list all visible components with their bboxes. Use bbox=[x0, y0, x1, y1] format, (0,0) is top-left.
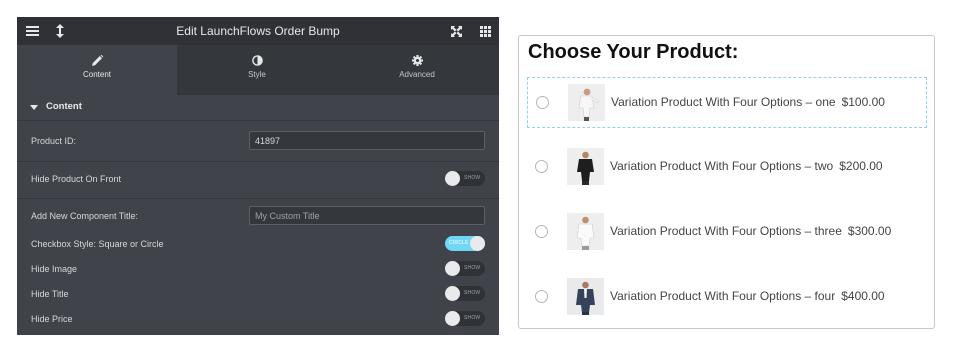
tab-advanced-label: Advanced bbox=[399, 70, 435, 79]
product-id-row: Product ID: bbox=[17, 121, 499, 161]
product-image bbox=[567, 278, 604, 315]
grid-apps-icon[interactable] bbox=[473, 17, 497, 45]
toggle-state-label: SHOW bbox=[464, 175, 481, 181]
product-image bbox=[568, 84, 605, 121]
product-option-two[interactable]: Variation Product With Four Options – tw… bbox=[527, 142, 927, 193]
product-price: $300.00 bbox=[847, 224, 892, 238]
tab-content-label: Content bbox=[82, 70, 112, 79]
toggle-knob bbox=[445, 286, 460, 301]
product-option-three[interactable]: Variation Product With Four Options – th… bbox=[527, 207, 927, 258]
product-radio[interactable] bbox=[535, 290, 548, 303]
expand-icon[interactable] bbox=[444, 17, 468, 45]
product-name: Variation Product With Four Options – tw… bbox=[610, 159, 834, 173]
product-price: $100.00 bbox=[841, 95, 885, 109]
product-price: $200.00 bbox=[839, 159, 883, 173]
hide-product-on-front-row: Hide Product On Front SHOW bbox=[17, 162, 499, 198]
toggle-knob bbox=[445, 171, 460, 186]
vertical-resize-icon[interactable] bbox=[48, 17, 72, 45]
product-id-label: Product ID: bbox=[31, 136, 77, 146]
product-image bbox=[567, 213, 604, 250]
content-section-header[interactable]: Content bbox=[17, 95, 499, 121]
product-radio[interactable] bbox=[535, 160, 548, 173]
contrast-icon bbox=[177, 53, 337, 67]
editor-tabs: Content Style Advanced bbox=[17, 45, 499, 101]
hide-image-row: Hide Image SHOW bbox=[17, 258, 499, 280]
choose-product-heading: Choose Your Product: bbox=[528, 41, 739, 63]
toggle-knob bbox=[445, 261, 460, 276]
hide-title-toggle[interactable]: SHOW bbox=[445, 286, 485, 301]
component-title-input[interactable] bbox=[249, 206, 485, 225]
product-radio[interactable] bbox=[535, 225, 548, 238]
product-label: Variation Product With Four Options – tw… bbox=[610, 159, 883, 173]
product-label: Variation Product With Four Options – on… bbox=[611, 95, 885, 109]
checkbox-style-row: Checkbox Style: Square or Circle CIRCLE bbox=[17, 233, 499, 255]
gear-icon bbox=[337, 53, 497, 67]
hide-image-toggle[interactable]: SHOW bbox=[445, 261, 485, 276]
toggle-state-label: SHOW bbox=[464, 315, 481, 321]
hide-title-row: Hide Title SHOW bbox=[17, 283, 499, 305]
hamburger-menu-icon[interactable] bbox=[20, 17, 44, 45]
product-label: Variation Product With Four Options – th… bbox=[610, 224, 891, 238]
toggle-knob bbox=[470, 236, 485, 251]
hide-price-label: Hide Price bbox=[31, 314, 73, 324]
order-bump-preview: Choose Your Product: Variation Product W… bbox=[518, 35, 935, 329]
pencil-icon bbox=[17, 53, 177, 67]
editor-panel: Edit LaunchFlows Order Bump Content Styl… bbox=[17, 17, 499, 335]
product-radio[interactable] bbox=[536, 96, 549, 109]
product-price: $400.00 bbox=[841, 289, 885, 303]
product-image bbox=[567, 148, 604, 185]
hide-price-toggle[interactable]: SHOW bbox=[445, 311, 485, 326]
hide-product-on-front-label: Hide Product On Front bbox=[31, 174, 122, 184]
checkbox-style-label: Checkbox Style: Square or Circle bbox=[31, 239, 164, 249]
editor-topbar: Edit LaunchFlows Order Bump bbox=[17, 17, 499, 45]
tab-style[interactable]: Style bbox=[177, 45, 337, 101]
product-name: Variation Product With Four Options – fo… bbox=[610, 289, 836, 303]
checkbox-style-toggle[interactable]: CIRCLE bbox=[445, 236, 485, 251]
tab-style-label: Style bbox=[248, 70, 266, 79]
toggle-knob bbox=[445, 311, 460, 326]
component-title-row: Add New Component Title: bbox=[17, 199, 499, 233]
section-title: Content bbox=[46, 101, 82, 112]
product-option-one[interactable]: Variation Product With Four Options – on… bbox=[527, 77, 927, 128]
product-name: Variation Product With Four Options – th… bbox=[610, 224, 842, 238]
product-option-four[interactable]: Variation Product With Four Options – fo… bbox=[527, 272, 927, 323]
component-title-label: Add New Component Title: bbox=[31, 211, 139, 221]
toggle-state-label: SHOW bbox=[464, 265, 481, 271]
hide-product-on-front-toggle[interactable]: SHOW bbox=[445, 171, 485, 186]
product-label: Variation Product With Four Options – fo… bbox=[610, 289, 885, 303]
hide-image-label: Hide Image bbox=[31, 264, 78, 274]
hide-title-label: Hide Title bbox=[31, 289, 69, 299]
product-name: Variation Product With Four Options – on… bbox=[611, 95, 836, 109]
tab-advanced[interactable]: Advanced bbox=[337, 45, 497, 101]
toggle-state-label: CIRCLE bbox=[449, 240, 469, 246]
editor-title: Edit LaunchFlows Order Bump bbox=[176, 24, 340, 38]
hide-price-row: Hide Price SHOW bbox=[17, 308, 499, 330]
product-id-input[interactable] bbox=[249, 131, 485, 150]
caret-down-icon bbox=[30, 105, 38, 110]
toggle-state-label: SHOW bbox=[464, 290, 481, 296]
tab-content[interactable]: Content bbox=[17, 45, 177, 101]
